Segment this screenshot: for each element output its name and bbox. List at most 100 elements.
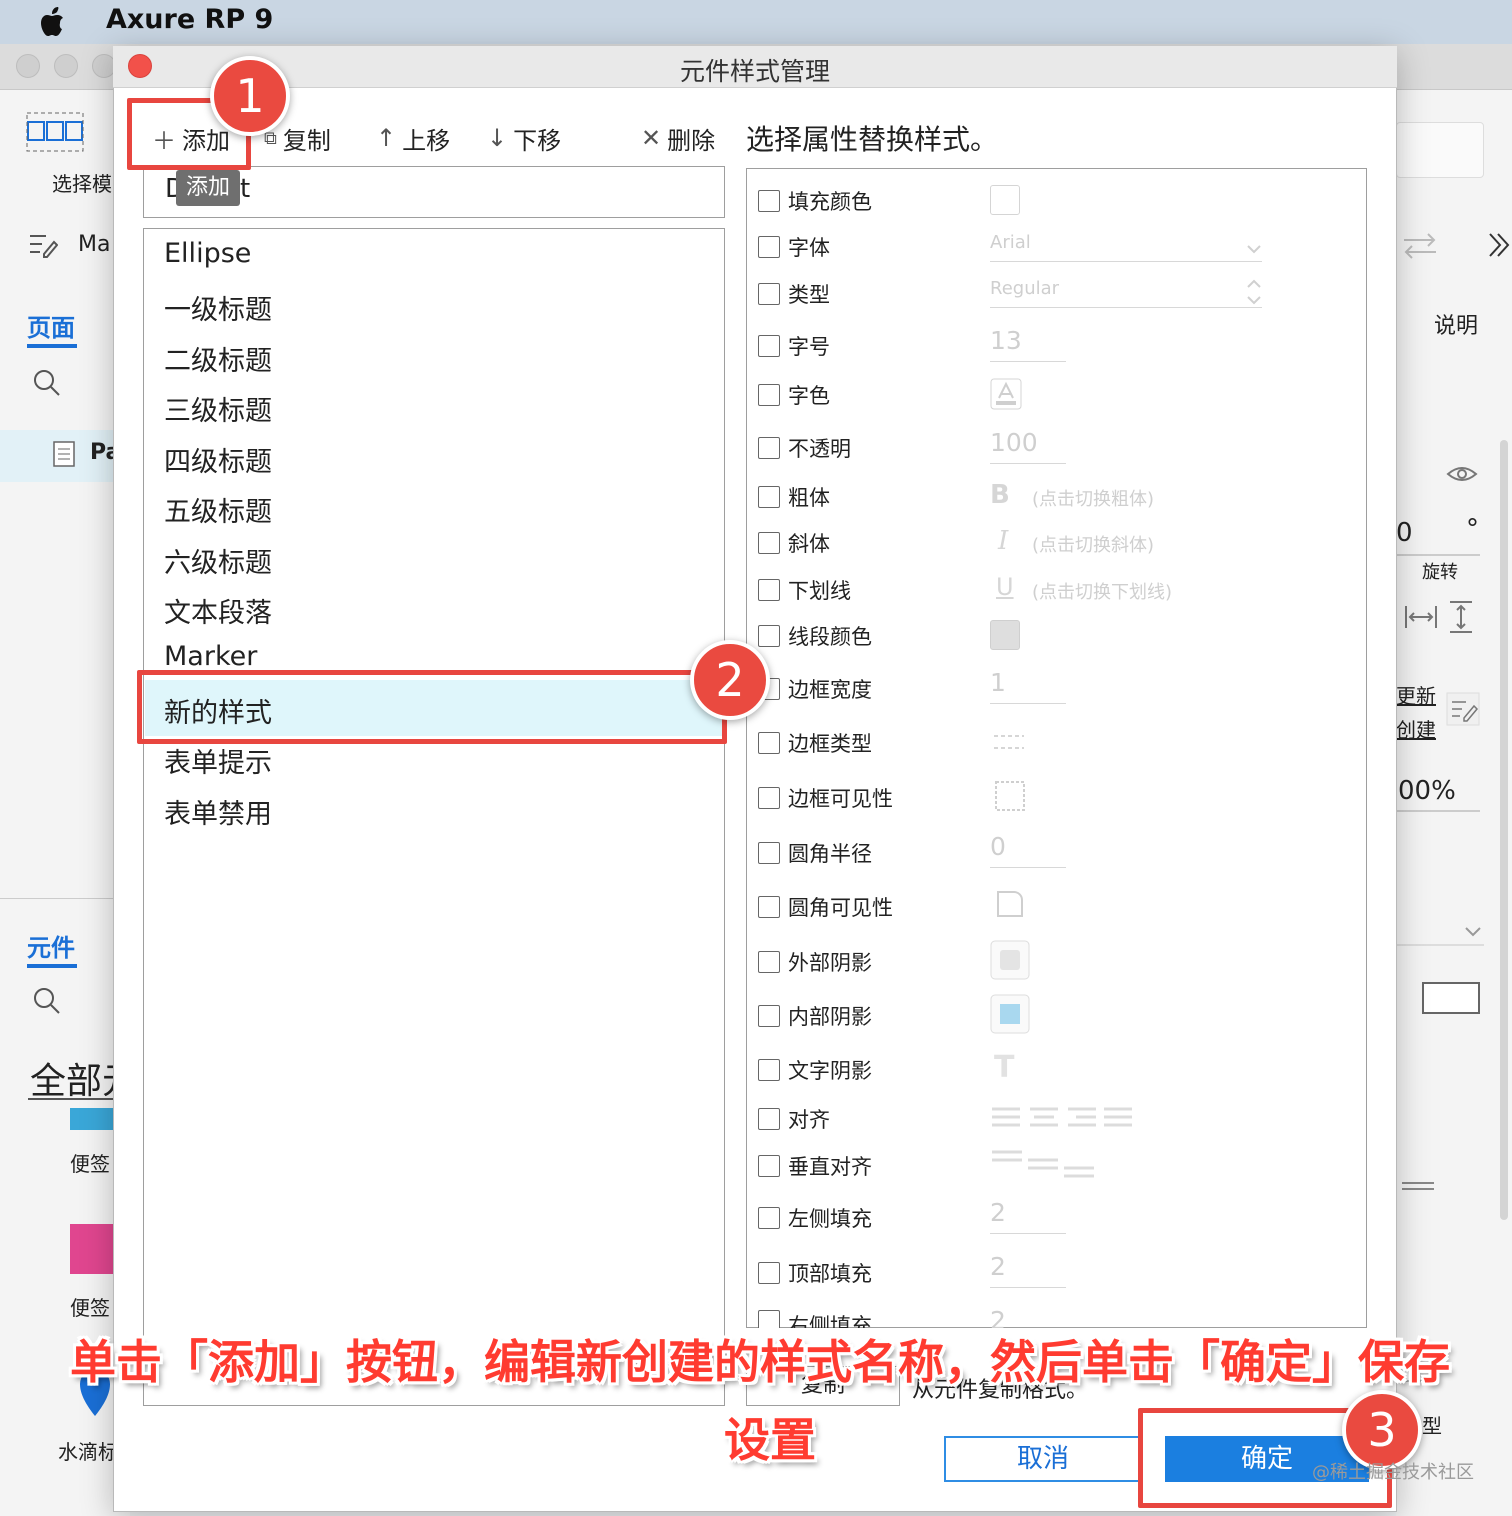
style-list-item[interactable]: 五级标题 (164, 490, 272, 529)
line-style-icon-b[interactable] (1402, 1188, 1434, 1190)
cancel-button[interactable]: 取消 (944, 1436, 1142, 1482)
tab-pages[interactable]: 页面 (27, 308, 75, 343)
checkbox[interactable] (758, 579, 780, 601)
padding-right-field: 2 (990, 1306, 1006, 1328)
widget-search-icon[interactable] (32, 986, 62, 1016)
arrows-icon[interactable] (1400, 230, 1440, 260)
update-link[interactable]: 更新 (1396, 680, 1436, 709)
tab-widgets[interactable]: 元件 (27, 928, 75, 963)
property-row[interactable]: 字号 (758, 331, 830, 361)
checkbox[interactable] (758, 283, 780, 305)
search-icon[interactable] (32, 368, 62, 398)
style-list-item[interactable]: 三级标题 (164, 389, 272, 428)
style-list-item[interactable]: 四级标题 (164, 440, 272, 479)
tab-notes[interactable]: 说明 (1434, 308, 1478, 340)
window-close-dot[interactable] (16, 54, 40, 78)
checkbox[interactable] (758, 532, 780, 554)
move-up-button[interactable]: ↑ 上移 (376, 120, 450, 156)
property-row[interactable]: 左侧填充 (758, 1203, 872, 1233)
property-row[interactable]: 边框类型 (758, 728, 872, 758)
text-shadow-icon: T (994, 1050, 1015, 1085)
chevron-down-icon[interactable] (1464, 926, 1482, 938)
checkbox[interactable] (758, 1262, 780, 1284)
property-row[interactable]: 填充颜色 (758, 186, 872, 216)
rotate-value[interactable]: 0 (1396, 518, 1413, 548)
line-style-icon-a[interactable] (1402, 1182, 1434, 1184)
checkbox[interactable] (758, 625, 780, 647)
checkbox[interactable] (758, 896, 780, 918)
collapse-chevron-icon[interactable] (1488, 230, 1512, 260)
property-row[interactable]: 边框宽度 (758, 674, 872, 704)
property-row[interactable]: 外部阴影 (758, 947, 872, 977)
checkbox[interactable] (758, 190, 780, 212)
style-list-item[interactable]: 六级标题 (164, 541, 272, 580)
padding-top-field: 2 (990, 1252, 1066, 1288)
background-left-panel: 选择模 Ma 页面 Pa 元件 全部元 便签 便签 水滴标 (0, 90, 138, 1516)
apple-logo-icon[interactable] (36, 4, 72, 40)
chevron-down-icon (1247, 245, 1261, 254)
style-list-item[interactable]: Marker (164, 641, 257, 672)
property-label: 内部阴影 (788, 1005, 872, 1029)
visibility-eye-icon[interactable] (1446, 462, 1478, 486)
bold-hint: (点击切换粗体) (1032, 489, 1155, 510)
edit-style-icon[interactable] (1446, 692, 1480, 726)
property-row[interactable]: 下划线 (758, 575, 851, 605)
property-row[interactable]: 圆角可见性 (758, 892, 893, 922)
style-list-item[interactable]: 文本段落 (164, 591, 272, 630)
tab-pages-indicator (27, 344, 77, 348)
manage-icon[interactable] (28, 232, 58, 258)
delete-style-button[interactable]: ✕ 删除 (641, 120, 715, 156)
checkbox[interactable] (758, 335, 780, 357)
checkbox[interactable] (758, 951, 780, 973)
checkbox[interactable] (758, 1108, 780, 1130)
checkbox[interactable] (758, 1059, 780, 1081)
checkbox[interactable] (758, 787, 780, 809)
scrollbar[interactable] (1500, 440, 1508, 1220)
checkbox[interactable] (758, 486, 780, 508)
style-list-item[interactable]: 表单禁用 (164, 792, 272, 831)
app-name[interactable]: Axure RP 9 (106, 4, 273, 35)
property-row[interactable]: 边框可见性 (758, 783, 893, 813)
style-list-item[interactable]: 表单提示 (164, 741, 272, 780)
property-row[interactable]: 粗体 (758, 482, 830, 512)
right-top-field[interactable] (1396, 122, 1484, 178)
create-link[interactable]: 创建 (1396, 714, 1436, 743)
background-right-panel: 说明 0 ° 旋转 更新 创建 00% 型 (1396, 90, 1512, 1516)
checkbox[interactable] (758, 1155, 780, 1177)
property-row[interactable]: 字色 (758, 380, 830, 410)
property-row[interactable]: 字体 (758, 232, 830, 262)
delete-label: 删除 (667, 126, 716, 155)
border-style-swatch[interactable] (1422, 982, 1480, 1014)
fit-width-icon[interactable] (1404, 602, 1438, 632)
checkbox[interactable] (758, 842, 780, 864)
checkbox[interactable] (758, 384, 780, 406)
style-list-item[interactable]: 一级标题 (164, 288, 272, 327)
property-row[interactable]: 斜体 (758, 528, 830, 558)
checkbox[interactable] (758, 1005, 780, 1027)
property-row[interactable]: 不透明 (758, 433, 851, 463)
property-row[interactable]: 类型 (758, 279, 830, 309)
checkbox[interactable] (758, 732, 780, 754)
opacity-value[interactable]: 00% (1398, 776, 1456, 806)
select-mode-icon[interactable] (26, 112, 84, 152)
checkbox[interactable] (758, 437, 780, 459)
checkbox[interactable] (758, 1207, 780, 1229)
property-row[interactable]: 圆角半径 (758, 838, 872, 868)
style-list-item[interactable]: Ellipse (164, 238, 251, 269)
font-family-select: Arial (990, 232, 1262, 262)
property-row[interactable]: 对齐 (758, 1104, 830, 1134)
property-row[interactable]: 内部阴影 (758, 1001, 872, 1031)
move-down-button[interactable]: ↓ 下移 (487, 120, 561, 156)
property-label: 外部阴影 (788, 951, 872, 975)
window-minimize-dot[interactable] (54, 54, 78, 78)
fit-height-icon[interactable] (1446, 600, 1476, 634)
checkbox[interactable] (758, 236, 780, 258)
property-row[interactable]: 线段颜色 (758, 621, 872, 651)
property-row[interactable]: 顶部填充 (758, 1258, 872, 1288)
property-row[interactable]: 垂直对齐 (758, 1151, 872, 1181)
property-row[interactable]: 文字阴影 (758, 1055, 872, 1085)
font-type-select: Regular (990, 278, 1262, 308)
widget-label: 便签 (70, 1296, 110, 1320)
style-list-item[interactable]: 二级标题 (164, 339, 272, 378)
manage-label: Ma (78, 232, 111, 257)
